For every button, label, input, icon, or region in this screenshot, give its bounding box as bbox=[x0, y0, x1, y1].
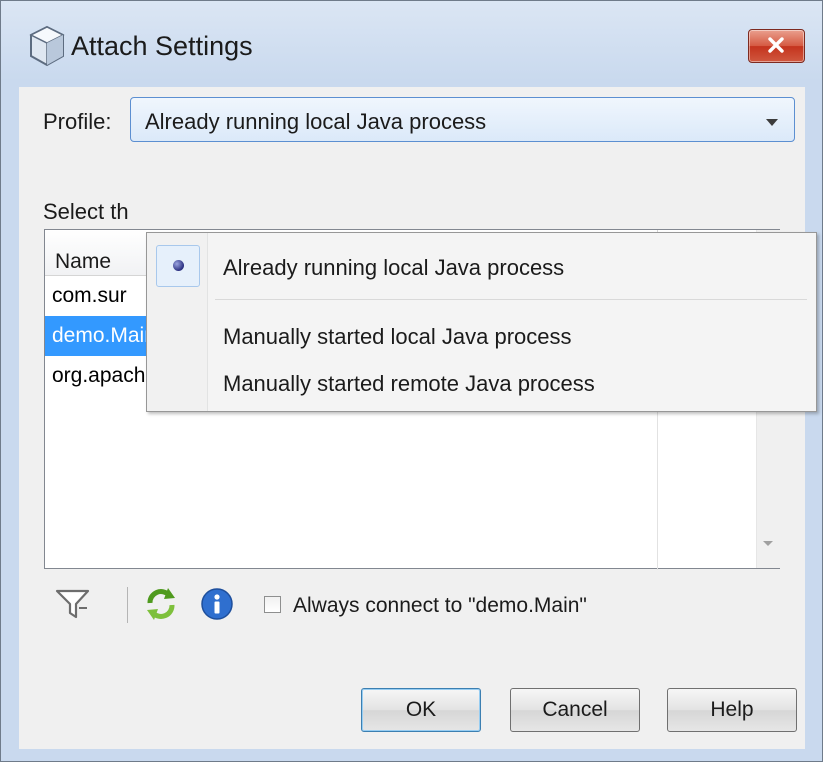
menu-item-manually-started-remote[interactable]: Manually started remote Java process bbox=[223, 371, 595, 397]
column-header-label: Name bbox=[55, 250, 112, 273]
cube-icon bbox=[29, 25, 65, 67]
select-process-label: Select th bbox=[43, 199, 129, 224]
menu-gutter bbox=[147, 233, 208, 411]
title-bar[interactable]: Attach Settings bbox=[1, 1, 822, 87]
cancel-button[interactable]: Cancel bbox=[510, 688, 640, 732]
ok-button[interactable]: OK bbox=[361, 688, 481, 732]
profile-dropdown-menu: Already running local Java process Manua… bbox=[146, 232, 817, 412]
attach-settings-dialog: Attach Settings Profile: Already running… bbox=[0, 0, 823, 762]
dialog-body: Profile: Already running local Java proc… bbox=[19, 87, 817, 749]
scroll-down-arrow-icon[interactable] bbox=[763, 541, 773, 546]
close-icon bbox=[768, 37, 784, 53]
process-name: com.sur bbox=[52, 284, 127, 307]
selected-option-indicator bbox=[156, 245, 200, 287]
always-connect-label[interactable]: Always connect to "demo.Main" bbox=[293, 594, 587, 618]
process-toolbar: Always connect to "demo.Main" bbox=[54, 585, 754, 629]
profile-label: Profile: bbox=[43, 109, 112, 134]
close-button[interactable] bbox=[748, 29, 805, 63]
help-button[interactable]: Help bbox=[667, 688, 797, 732]
menu-item-already-running-local[interactable]: Already running local Java process bbox=[223, 255, 564, 281]
toolbar-separator bbox=[127, 587, 128, 623]
refresh-icon[interactable] bbox=[142, 585, 180, 623]
menu-item-manually-started-local[interactable]: Manually started local Java process bbox=[223, 324, 572, 350]
process-name: demo.Main bbox=[52, 324, 156, 347]
always-connect-checkbox[interactable] bbox=[264, 596, 281, 613]
chevron-down-icon bbox=[766, 119, 778, 126]
profile-dropdown[interactable]: Already running local Java process bbox=[130, 97, 795, 142]
radio-dot-icon bbox=[173, 260, 184, 271]
info-icon[interactable] bbox=[200, 587, 234, 621]
menu-separator bbox=[215, 299, 807, 300]
profile-selected-value: Already running local Java process bbox=[145, 109, 487, 134]
window-title: Attach Settings bbox=[71, 31, 253, 61]
filter-icon[interactable] bbox=[54, 587, 92, 621]
